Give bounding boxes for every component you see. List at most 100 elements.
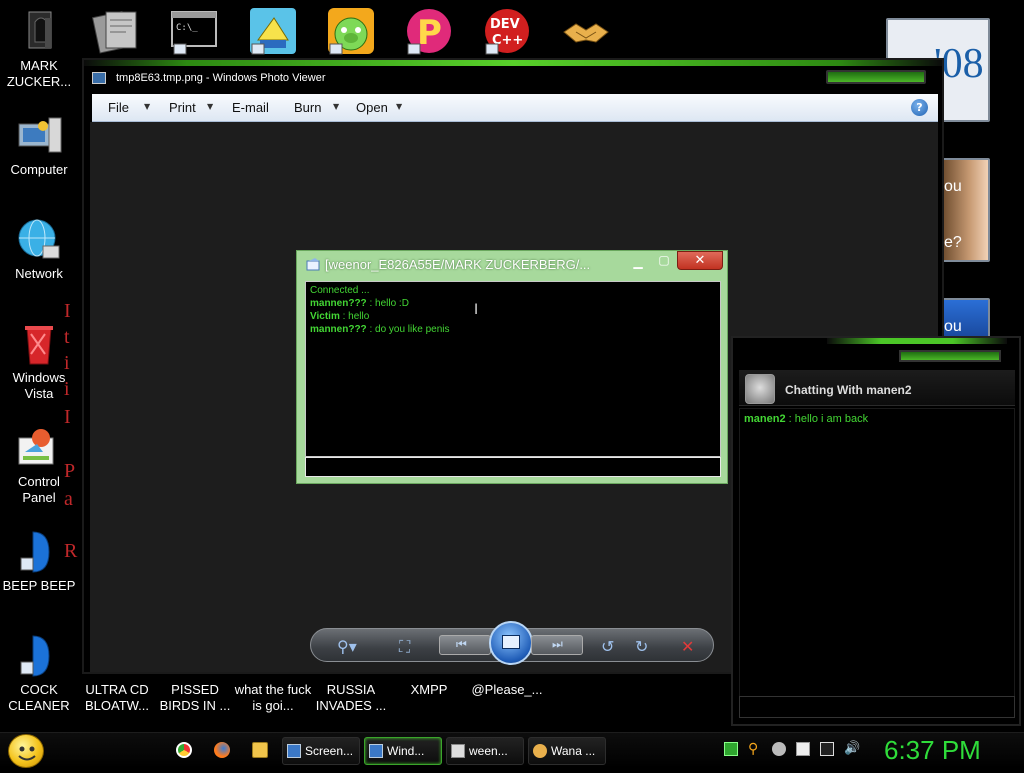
rotate-right-icon[interactable]: ↻	[635, 637, 648, 656]
desktop-icon-computer[interactable]: Computer	[0, 112, 78, 178]
desktop-icon-user[interactable]: MARK ZUCKER...	[0, 8, 78, 90]
gray-tray-icon[interactable]	[772, 742, 786, 756]
devcpp-icon[interactable]: DEV C++	[482, 6, 532, 56]
desktop-icon-label[interactable]: XMPP	[390, 682, 468, 698]
cmd-icon[interactable]: C:\_	[170, 6, 220, 56]
minimize-button[interactable]: ▁	[627, 254, 649, 270]
red-letter: R	[64, 540, 78, 562]
recycle-bin-icon	[15, 320, 63, 368]
message-sender: mannen???	[310, 324, 367, 335]
chat-message: mannen??? : hello :D	[310, 297, 716, 310]
red-letter: a	[64, 488, 73, 510]
desktop-icon-label: Network	[15, 266, 63, 281]
computer-icon	[15, 112, 63, 160]
next-button[interactable]: ⏭	[531, 635, 583, 655]
delete-icon[interactable]: ✕	[681, 637, 694, 656]
menu-burn[interactable]: Burn	[294, 100, 321, 115]
clock[interactable]: 6:37 PM	[884, 735, 981, 766]
chat-input[interactable]	[739, 696, 1015, 718]
screen-icon	[287, 744, 301, 758]
volume-icon[interactable]: 🔊	[844, 742, 860, 756]
desktop-icon-label[interactable]: @Please_...	[468, 682, 546, 698]
chevron-down-icon: ▼	[207, 102, 214, 111]
taskbar: Screen... Wind... ween... Wana ... ⚲ 🔊 6…	[0, 732, 1024, 768]
start-button[interactable]	[8, 734, 44, 768]
folder-icon[interactable]	[252, 742, 268, 758]
actual-size-icon[interactable]: ⛶	[399, 637, 410, 657]
menu-open[interactable]: Open	[356, 100, 388, 115]
side-panel-text: ou	[944, 318, 962, 335]
desktop: MARK ZUCKER... Computer Network Windows …	[0, 0, 1024, 732]
red-letter: I	[64, 406, 71, 428]
chevron-down-icon: ▼	[396, 102, 403, 111]
green-tray-icon[interactable]	[724, 742, 738, 756]
message-sender: mannen???	[310, 298, 367, 309]
chat-header: Chatting With manen2	[739, 370, 1015, 406]
photo-viewer-icon	[92, 72, 106, 84]
search-icon[interactable]: ⚲	[748, 742, 762, 756]
desktop-icon-cock-cleaner[interactable]: COCK CLEANER	[0, 632, 78, 714]
window-icon[interactable]	[248, 6, 298, 56]
taskbar-button[interactable]: Screen...	[282, 737, 360, 765]
p-icon[interactable]: P	[404, 6, 454, 56]
side-panel-blue[interactable]: ou	[940, 298, 990, 338]
message-sender: manen2	[744, 413, 786, 425]
notification-tray-icon[interactable]	[796, 742, 810, 756]
taskbar-button[interactable]: ween...	[446, 737, 524, 765]
message-text: : hello i am back	[785, 413, 869, 425]
avatar	[745, 374, 775, 404]
maximize-button[interactable]: ▢	[653, 252, 675, 268]
desktop-icon-label[interactable]: PISSED BIRDS IN ...	[156, 682, 234, 714]
chat-window-icon	[451, 744, 465, 758]
chat-dialog-window[interactable]: [weenor_E826A55E/MARK ZUCKERBERG/... ▁ ▢…	[296, 250, 728, 484]
zoom-icon[interactable]: ⚲▾	[337, 637, 357, 656]
pig-icon[interactable]	[326, 6, 376, 56]
chrome-icon[interactable]	[176, 742, 192, 758]
chat-window[interactable]: Chatting With manen2 manen2 : hello i am…	[731, 336, 1021, 726]
taskbar-button[interactable]: Wana ...	[528, 737, 606, 765]
desktop-icon-network[interactable]: Network	[0, 216, 78, 282]
taskbar-button-active[interactable]: Wind...	[364, 737, 442, 765]
message-text: : hello	[339, 311, 370, 322]
menu-bar: File ▼ Print ▼ E-mail Burn ▼ Open ▼ ?	[92, 94, 938, 122]
taskbar-button-label: Wind...	[387, 744, 425, 758]
window-controls[interactable]	[826, 70, 926, 84]
text-cursor-icon: I	[474, 302, 479, 318]
window-controls[interactable]	[899, 350, 1001, 362]
user-folder-icon	[15, 8, 63, 56]
menu-print[interactable]: Print	[169, 100, 196, 115]
desktop-icon-label[interactable]: what the fuck is goi...	[234, 682, 312, 714]
red-letter: I	[64, 300, 71, 322]
previous-button[interactable]: ⏮	[439, 635, 491, 655]
desktop-icon-label: COCK CLEANER	[8, 682, 70, 713]
side-panel-text: ou	[944, 178, 962, 195]
window-glow-border	[827, 338, 1007, 344]
document-icon[interactable]	[92, 6, 142, 56]
red-letter: P	[64, 460, 76, 482]
blue-shortcut-icon	[15, 528, 63, 576]
slideshow-icon	[502, 635, 520, 649]
connection-status: Connected ...	[310, 285, 370, 296]
handshake-icon[interactable]	[560, 6, 610, 56]
close-button[interactable]: ✕	[677, 251, 723, 270]
chat-message: mannen??? : do you like penis	[310, 323, 716, 336]
help-icon[interactable]: ?	[911, 99, 928, 116]
menu-email[interactable]: E-mail	[232, 100, 269, 115]
firefox-icon[interactable]	[214, 742, 230, 758]
message-sender: Victim	[310, 311, 340, 322]
handshake-icon	[533, 744, 547, 758]
taskbar-button-label: ween...	[469, 744, 508, 758]
menu-file[interactable]: File	[108, 100, 129, 115]
rotate-left-icon[interactable]: ↺	[601, 637, 614, 656]
window-glow-border	[84, 60, 942, 66]
chat-input[interactable]	[305, 457, 721, 477]
network-tray-icon[interactable]	[820, 742, 834, 756]
chevron-down-icon: ▼	[144, 102, 151, 111]
svg-text:DEV: DEV	[490, 17, 520, 32]
side-panel-face[interactable]: ou e?	[940, 158, 990, 262]
slideshow-button[interactable]	[489, 621, 533, 665]
desktop-icon-label[interactable]: RUSSIA INVADES ...	[312, 682, 390, 714]
red-letter: i	[64, 378, 70, 400]
next-icon: ⏭	[552, 637, 563, 651]
desktop-icon-label[interactable]: ULTRA CD BLOATW...	[78, 682, 156, 714]
